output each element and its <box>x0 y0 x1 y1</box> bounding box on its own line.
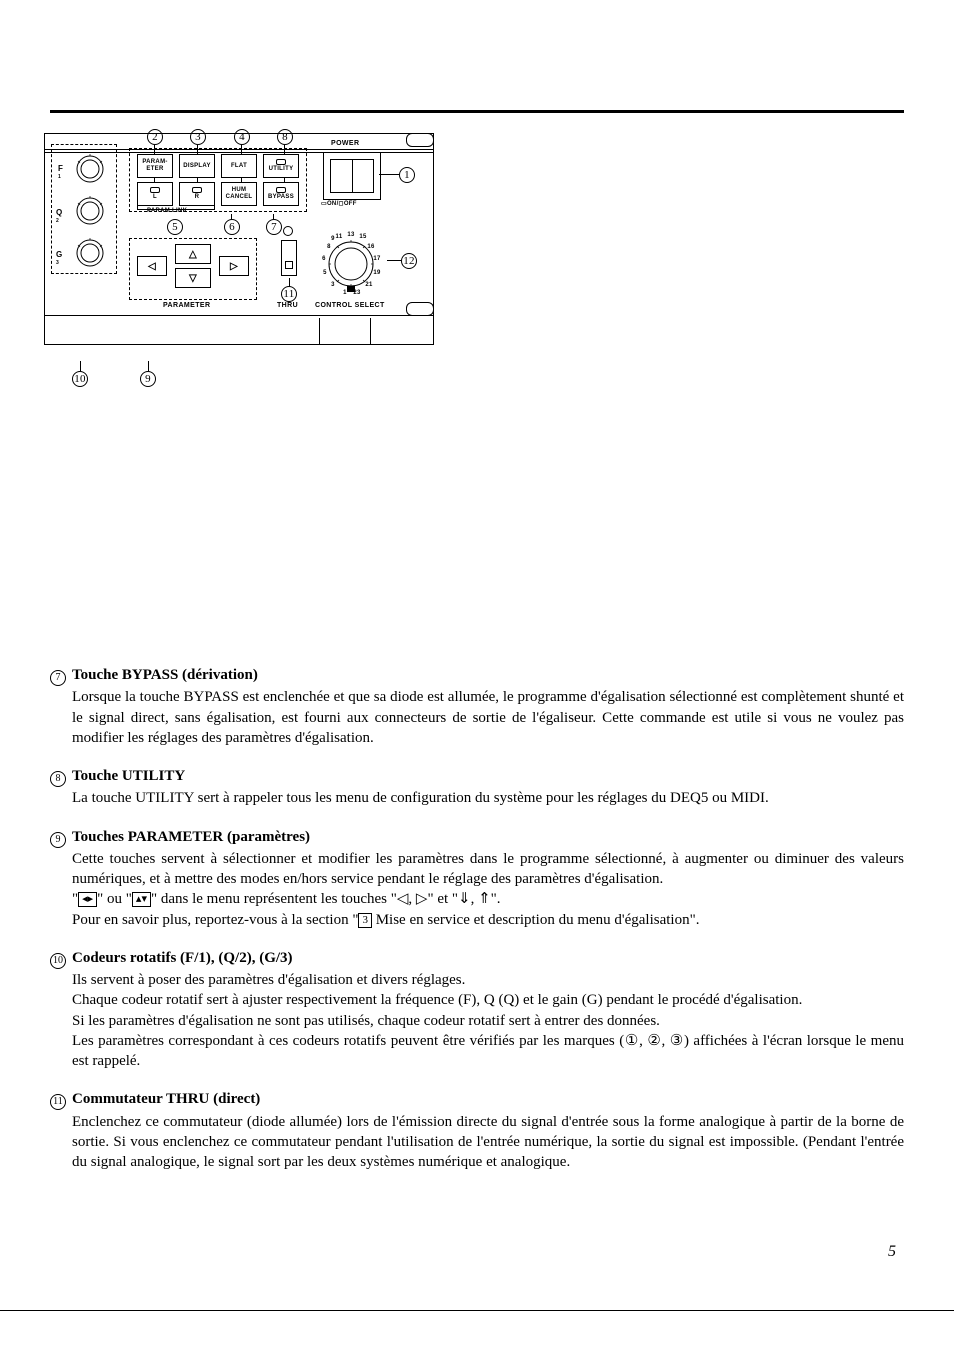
label-onoff: ▭ON/◻OFF <box>321 200 357 207</box>
svg-text:8: 8 <box>327 244 331 250</box>
callout-7: 7 <box>266 219 282 235</box>
svg-text:5: 5 <box>323 270 327 276</box>
page: 2 3 4 8 POWER ▭ON/◻OFF <box>0 0 954 1351</box>
button-utility: UTILITY <box>263 154 299 178</box>
label-control-select: CONTROL SELECT <box>315 302 385 309</box>
ref-box-3: 3 <box>358 913 372 928</box>
svg-text:G: G <box>56 250 63 259</box>
section-text-icons: "◂▸" ou "▴▾" dans le menu représentent l… <box>72 889 904 909</box>
svg-text:16: 16 <box>367 244 375 250</box>
label-param-link: PARAM LINK <box>145 208 189 214</box>
callout-6: 6 <box>224 219 240 235</box>
callout-12: 12 <box>401 253 417 269</box>
svg-text:21: 21 <box>365 282 373 288</box>
section-text: Les paramètres correspondant à ces codeu… <box>72 1031 904 1072</box>
section-title: Touche UTILITY <box>72 766 904 786</box>
section-11: 11 Commutateur THRU (direct) Enclenchez … <box>50 1089 904 1172</box>
section-7: 7 Touche BYPASS (dérivation) Lorsque la … <box>50 665 904 748</box>
rotary-knobs: F1 Q2 G3 <box>52 145 118 273</box>
callout-9: 9 <box>140 371 156 387</box>
section-title: Touche BYPASS (dérivation) <box>72 665 904 685</box>
svg-text:1: 1 <box>58 174 61 180</box>
section-text-followup: Pour en savoir plus, reportez-vous à la … <box>72 910 904 930</box>
svg-text:17: 17 <box>373 256 381 262</box>
callout-10: 10 <box>72 371 88 387</box>
svg-text:9: 9 <box>331 236 335 242</box>
svg-text:3: 3 <box>56 260 59 266</box>
section-8: 8 Touche UTILITY La touche UTILITY sert … <box>50 766 904 809</box>
button-bypass: BYPASS <box>263 182 299 206</box>
button-r: R <box>179 182 215 206</box>
section-text: Si les paramètres d'égalisation ne sont … <box>72 1011 904 1031</box>
svg-text:3: 3 <box>331 282 335 288</box>
section-text: Cette touches servent à sélectionner et … <box>72 849 904 890</box>
svg-text:2: 2 <box>56 218 59 224</box>
section-title: Codeurs rotatifs (F/1), (Q/2), (G/3) <box>72 948 904 968</box>
button-flat: FLAT <box>221 154 257 178</box>
svg-text:19: 19 <box>373 270 381 276</box>
label-parameter: PARAMETER <box>163 302 210 309</box>
button-parameter-eter: PARAM- ETER <box>137 154 173 178</box>
section-text: Chaque codeur rotatif sert à ajuster res… <box>72 990 904 1010</box>
arrow-lr-icon: ◂▸ <box>78 892 97 907</box>
svg-text:F: F <box>58 164 63 173</box>
callout-1: 1 <box>399 167 415 183</box>
section-text: La touche UTILITY sert à rappeler tous l… <box>72 788 904 808</box>
svg-text:1: 1 <box>343 290 347 296</box>
section-text: Enclenchez ce commutateur (diode allumée… <box>72 1112 904 1173</box>
section-title: Commutateur THRU (direct) <box>72 1089 904 1109</box>
button-display: DISPLAY <box>179 154 215 178</box>
svg-text:15: 15 <box>359 234 367 240</box>
svg-text:13: 13 <box>347 232 355 238</box>
label-power: POWER <box>331 140 359 147</box>
panel-diagram: 2 3 4 8 POWER ▭ON/◻OFF <box>44 133 904 605</box>
page-number: 5 <box>888 1243 896 1261</box>
section-text: Lorsque la touche BYPASS est enclenchée … <box>72 687 904 748</box>
svg-text:11: 11 <box>336 234 343 240</box>
section-title: Touches PARAMETER (paramètres) <box>72 827 904 847</box>
callout-11: 11 <box>281 286 297 302</box>
callout-5: 5 <box>167 219 183 235</box>
label-thru: THRU <box>277 302 298 309</box>
button-l: L <box>137 182 173 206</box>
svg-text:6: 6 <box>322 256 326 262</box>
section-text: Ils servent à poser des paramètres d'éga… <box>72 970 904 990</box>
arrow-ud-icon: ▴▾ <box>132 892 151 907</box>
sections: 7 Touche BYPASS (dérivation) Lorsque la … <box>50 665 904 1172</box>
control-select-dial: 131115 161719 21231 356 89 <box>311 224 391 304</box>
button-hum: HUM CANCEL <box>221 182 257 206</box>
section-10: 10 Codeurs rotatifs (F/1), (Q/2), (G/3) … <box>50 948 904 1072</box>
svg-text:Q: Q <box>56 208 63 217</box>
section-9: 9 Touches PARAMETER (paramètres) Cette t… <box>50 827 904 930</box>
